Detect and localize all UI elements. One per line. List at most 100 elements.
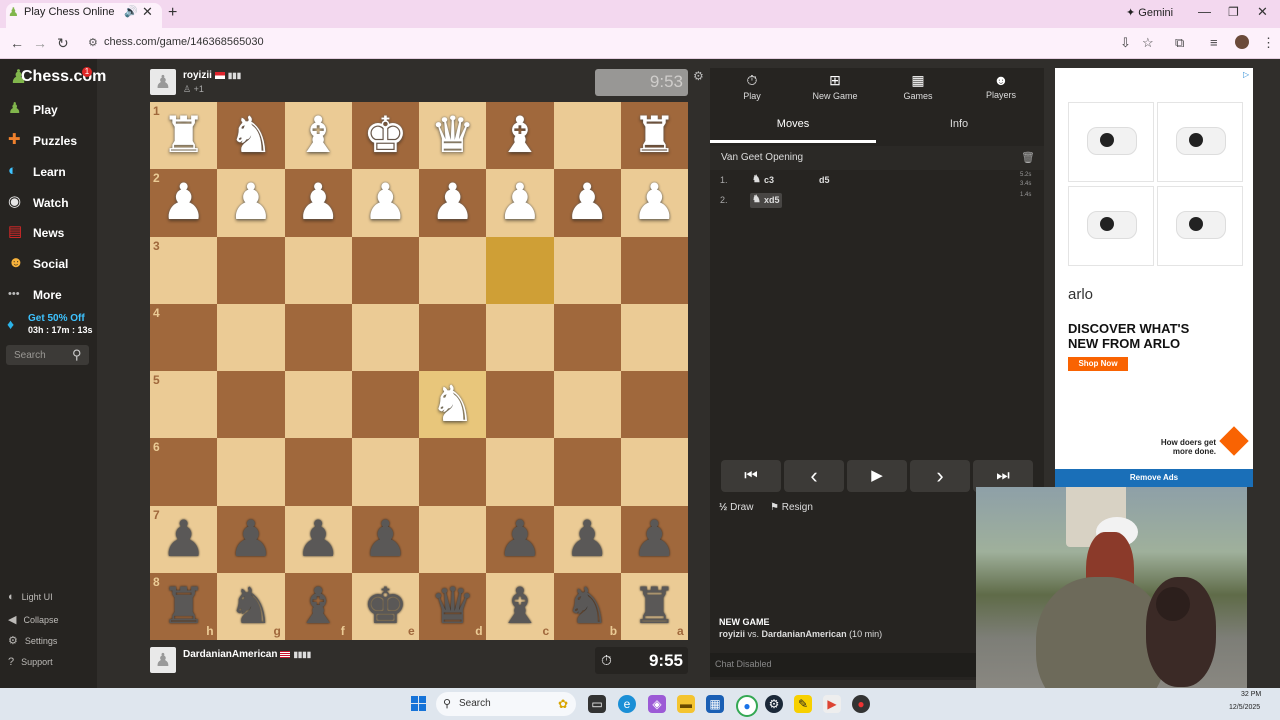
board-square[interactable] [553,236,621,304]
opening-name[interactable]: Van Geet Opening [721,152,803,163]
copilot-icon[interactable]: ◈ [648,695,666,713]
board-square[interactable] [486,438,554,506]
sidebar-item-play[interactable]: ♟ Play [0,95,97,123]
black-pawn-icon[interactable]: ♟ [486,506,553,573]
board-square[interactable] [217,303,285,371]
sidebar-footer-settings[interactable]: ⚙ Settings [8,634,57,647]
gemini-button[interactable]: ✦ Gemini [1126,6,1173,19]
black-pawn-icon[interactable]: ♟ [621,506,688,573]
board-square[interactable] [351,371,419,439]
reload-icon[interactable]: ↻ [57,35,69,52]
sidebar-item-learn[interactable]: ◐ Learn [0,157,97,185]
sidebar-item-watch[interactable]: ◉ Watch [0,188,97,216]
media-icon[interactable]: ≡ [1210,35,1218,50]
draw-button[interactable]: ½ Draw [719,502,753,513]
sidebar-item-more[interactable]: ••• More [0,280,97,308]
sidebar-item-social[interactable]: ☻ Social [0,249,97,277]
star-icon[interactable]: ☆ [1142,35,1154,51]
top-player-name[interactable]: royizii [183,70,212,81]
board-square[interactable] [351,303,419,371]
ad-brand[interactable]: arlo [1068,286,1093,303]
taskbar-date[interactable]: 12/5/2025 [1229,704,1260,711]
board-square[interactable] [553,438,621,506]
white-pawn-icon[interactable]: ♟ [419,169,486,236]
black-pawn-icon[interactable]: ♟ [150,506,217,573]
ad-camera-card[interactable] [1157,186,1243,266]
board-square[interactable] [486,236,554,304]
tab-close-icon[interactable]: ✕ [142,4,153,20]
ad-shop-now-button[interactable]: Shop Now [1068,357,1128,371]
windows-start-icon[interactable] [411,696,427,712]
window-maximize-icon[interactable]: ❐ [1228,5,1239,19]
tab-info[interactable]: Info [876,118,1042,130]
board-square[interactable] [620,438,688,506]
board-square[interactable] [150,371,218,439]
play-button[interactable]: ▶ [847,460,907,492]
window-minimize-icon[interactable]: — [1198,4,1211,19]
tab-play[interactable]: ⏱ Play [710,72,794,101]
ad-headline[interactable]: DISCOVER WHAT'S NEW FROM ARLO [1068,321,1208,351]
board-square[interactable] [150,236,218,304]
board-settings-icon[interactable]: ⚙ [693,69,704,83]
app-icon[interactable]: ● [852,695,870,713]
board-square[interactable] [284,438,352,506]
ad-camera-card[interactable] [1068,186,1154,266]
board-square[interactable] [217,371,285,439]
tab-games[interactable]: ▦ Games [876,72,960,101]
sidebar-footer-support[interactable]: ? Support [8,656,53,668]
bottom-player-avatar[interactable]: ♟ [150,647,176,673]
new-tab-button[interactable]: + [168,4,177,22]
white-pawn-icon[interactable]: ♟ [217,169,284,236]
board-square[interactable] [486,371,554,439]
board-square[interactable] [284,236,352,304]
black-pawn-icon[interactable]: ♟ [217,506,284,573]
white-rook-icon[interactable]: ♜ [621,102,688,169]
resign-button[interactable]: ⚑ Resign [770,502,813,513]
tab-audio-icon[interactable]: 🔊 [124,5,138,18]
taskbar-time[interactable]: 32 PM [1241,691,1261,698]
white-pawn-icon[interactable]: ♟ [486,169,553,236]
widget-icon[interactable]: ✿ [554,695,572,713]
url-text[interactable]: chess.com/game/146368565030 [104,36,264,48]
white-move[interactable]: xd5 [764,195,780,205]
notes-icon[interactable]: ✎ [794,695,812,713]
white-bishop-icon[interactable]: ♝ [486,102,553,169]
board-square[interactable] [553,102,621,170]
forward-icon[interactable]: → [33,35,47,51]
board-square[interactable] [284,303,352,371]
task-view-icon[interactable]: ▭ [588,695,606,713]
next-move-button[interactable]: › [910,460,970,492]
white-move[interactable]: c3 [764,175,774,185]
white-king-icon[interactable]: ♚ [352,102,419,169]
board-square[interactable] [486,303,554,371]
board-square[interactable] [217,236,285,304]
board-square[interactable] [419,303,487,371]
trash-icon[interactable]: 🗑 [1021,151,1035,164]
search-icon[interactable]: ⚲ [72,347,82,363]
chrome-icon[interactable]: ● [736,695,758,717]
sidebar-footer-collapse[interactable]: ◀ Collapse [8,613,59,626]
white-pawn-icon[interactable]: ♟ [621,169,688,236]
menu-icon[interactable]: ⋮ [1262,35,1275,51]
white-bishop-icon[interactable]: ♝ [285,102,352,169]
white-knight-icon[interactable]: ♞ [419,371,486,438]
board-square[interactable] [553,371,621,439]
ad-camera-card[interactable] [1157,102,1243,182]
profile-icon[interactable] [1235,35,1249,49]
white-pawn-icon[interactable]: ♟ [285,169,352,236]
tab-new-game[interactable]: ⊞ New Game [793,72,877,101]
extensions-icon[interactable]: ⧉ [1175,35,1184,51]
ad-camera-card[interactable] [1068,102,1154,182]
board-square[interactable] [351,438,419,506]
white-pawn-icon[interactable]: ♟ [554,169,621,236]
ad-choices-icon[interactable]: ▷ [1243,70,1249,79]
chess-logo[interactable]: Chess.com [21,68,106,86]
black-move[interactable]: d5 [819,175,830,185]
board-square[interactable] [217,438,285,506]
board-square[interactable] [284,371,352,439]
site-info-icon[interactable]: ⚙ [88,36,98,49]
black-pawn-icon[interactable]: ♟ [554,506,621,573]
board-square[interactable] [419,505,487,573]
file-explorer-icon[interactable]: ▬ [677,695,695,713]
media-player-icon[interactable]: ▶ [823,695,841,713]
